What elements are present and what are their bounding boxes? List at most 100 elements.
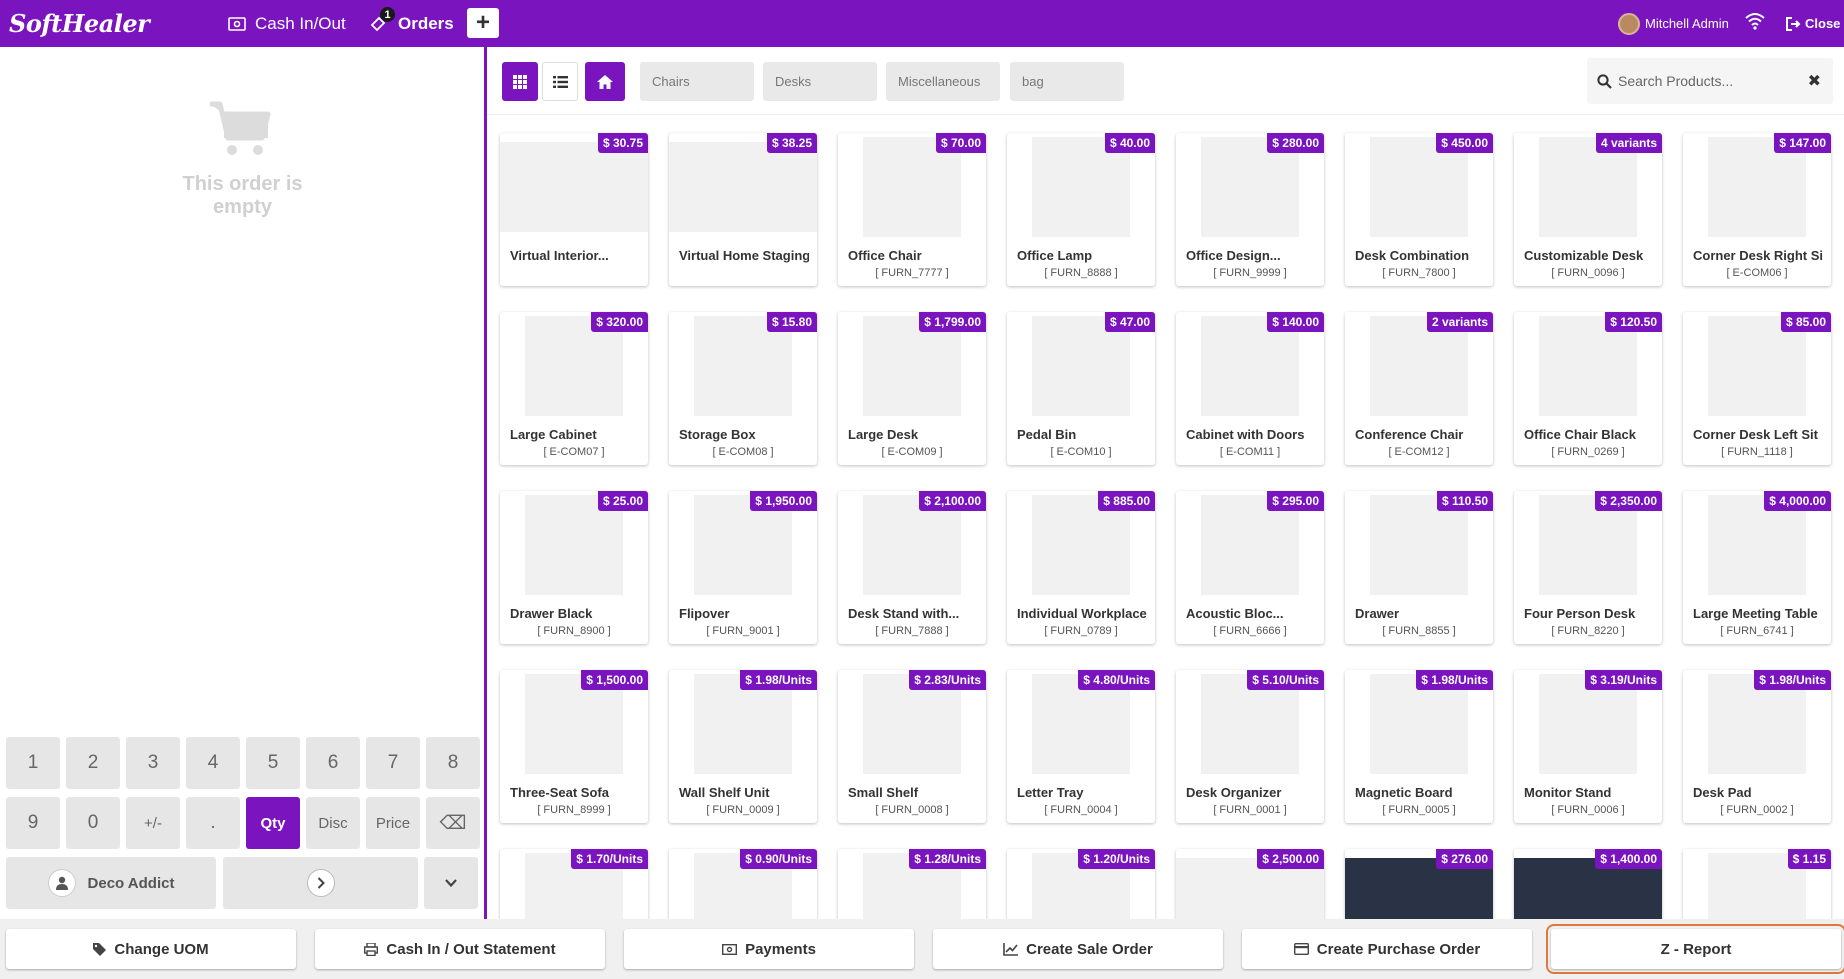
orders-count-badge: 1 [380, 7, 395, 22]
product-search[interactable]: Search Products... ✖ [1587, 58, 1833, 104]
product-price: $ 3.19/Units [1585, 670, 1662, 690]
numpad-key[interactable]: 0 [66, 797, 120, 849]
numpad-key[interactable]: . [186, 797, 240, 849]
product-card[interactable]: $ 110.50 Drawer [ FURN_8855 ] [1345, 491, 1493, 644]
product-card[interactable]: $ 885.00 Individual Workplace [ FURN_0789 … [1007, 491, 1155, 644]
product-card[interactable]: $ 1,799.00 Large Desk [ E-COM09 ] [838, 312, 986, 465]
payment-next-button[interactable] [223, 857, 418, 909]
product-card[interactable]: $ 47.00 Pedal Bin [ E-COM10 ] [1007, 312, 1155, 465]
product-price: $ 15.80 [766, 312, 817, 332]
numpad-key[interactable]: 8 [426, 737, 480, 789]
payments-button[interactable]: Payments [624, 929, 914, 969]
product-price: $ 4,000.00 [1764, 491, 1831, 511]
home-icon [597, 74, 613, 89]
brand-logo: SoftHealer [9, 9, 150, 38]
product-card[interactable]: 2 variants Conference Chair [ E-COM12 ] [1345, 312, 1493, 465]
z-report-button[interactable]: Z - Report [1546, 924, 1844, 974]
orders-button[interactable]: Orders [370, 0, 454, 47]
numpad-key[interactable]: 2 [66, 737, 120, 789]
product-card[interactable]: $ 147.00 Corner Desk Right Sit [ E-COM06 ] [1683, 133, 1831, 286]
product-card[interactable]: $ 25.00 Drawer Black [ FURN_8900 ] [500, 491, 648, 644]
product-card[interactable]: $ 2,350.00 Four Person Desk [ FURN_8220 ] [1514, 491, 1662, 644]
product-card[interactable]: $ 120.50 Office Chair Black [ FURN_0269 ] [1514, 312, 1662, 465]
category-chairs[interactable]: Chairs [640, 62, 754, 101]
home-category-button[interactable] [585, 62, 625, 101]
clear-search-icon[interactable]: ✖ [1808, 71, 1821, 91]
product-card[interactable]: $ 1,500.00 Three-Seat Sofa [ FURN_8999 ] [500, 670, 648, 823]
numpad-key[interactable]: 1 [6, 737, 60, 789]
product-price: $ 1.98/Units [1754, 670, 1831, 690]
numpad-key[interactable]: 3 [126, 737, 180, 789]
product-card[interactable]: $ 1.98/Units Magnetic Board [ FURN_0005 ] [1345, 670, 1493, 823]
numpad-key[interactable]: 4 [186, 737, 240, 789]
numpad-key[interactable]: 5 [246, 737, 300, 789]
product-card[interactable]: $ 1.98/Units Wall Shelf Unit [ FURN_0009 ] [669, 670, 817, 823]
product-card[interactable]: $ 1.15 [1683, 849, 1831, 919]
product-card[interactable]: $ 450.00 Desk Combination [ FURN_7800 ] [1345, 133, 1493, 286]
product-card[interactable]: $ 2,100.00 Desk Stand with... [ FURN_7888 … [838, 491, 986, 644]
numpad-key[interactable]: 9 [6, 797, 60, 849]
product-name: Desk Organizer [1186, 785, 1282, 800]
product-card[interactable]: $ 1.98/Units Desk Pad [ FURN_0002 ] [1683, 670, 1831, 823]
product-card[interactable]: $ 15.80 Storage Box [ E-COM08 ] [669, 312, 817, 465]
create-purchase-order-button[interactable]: Create Purchase Order [1242, 929, 1532, 969]
product-reference: [ E-COM09 ] [881, 446, 943, 458]
product-reference: [ FURN_0001 ] [1213, 804, 1287, 816]
product-card[interactable]: $ 4,000.00 Large Meeting Table [ FURN_6741… [1683, 491, 1831, 644]
numpad-key[interactable]: +/- [126, 797, 180, 849]
product-reference: [ FURN_0006 ] [1551, 804, 1625, 816]
product-card[interactable]: $ 4.80/Units Letter Tray [ FURN_0004 ] [1007, 670, 1155, 823]
product-card[interactable]: $ 2,500.00 [1176, 849, 1324, 919]
change-uom-button[interactable]: Change UOM [6, 929, 296, 969]
product-card[interactable]: $ 280.00 Office Design... [ FURN_9999 ] [1176, 133, 1324, 286]
product-price: $ 2.83/Units [909, 670, 986, 690]
numpad-key[interactable]: Price [366, 797, 420, 849]
product-card[interactable]: $ 3.19/Units Monitor Stand [ FURN_0006 ] [1514, 670, 1662, 823]
product-reference: [ FURN_0005 ] [1382, 804, 1456, 816]
product-card[interactable]: $ 295.00 Acoustic Bloc... [ FURN_6666 ] [1176, 491, 1324, 644]
product-name: Large Desk [848, 427, 919, 442]
product-card[interactable]: $ 140.00 Cabinet with Doors [ E-COM11 ] [1176, 312, 1324, 465]
product-card[interactable]: $ 38.25 Virtual Home Staging [669, 133, 817, 286]
product-card[interactable]: $ 1,400.00 [1514, 849, 1662, 919]
more-options-button[interactable] [424, 857, 478, 909]
product-card[interactable]: $ 5.10/Units Desk Organizer [ FURN_0001 ] [1176, 670, 1324, 823]
product-name: Pedal Bin [1017, 427, 1077, 442]
product-card[interactable]: $ 1.28/Units [838, 849, 986, 919]
category-desks[interactable]: Desks [763, 62, 877, 101]
product-card[interactable]: $ 30.75 Virtual Interior... [500, 133, 648, 286]
backspace-key[interactable]: ⌫ [426, 797, 480, 849]
product-card[interactable]: $ 1.70/Units [500, 849, 648, 919]
product-card[interactable]: $ 85.00 Corner Desk Left Sit [ FURN_1118 ] [1683, 312, 1831, 465]
close-session-button[interactable]: Close [1786, 0, 1840, 47]
user-menu[interactable]: Mitchell Admin [1618, 0, 1729, 47]
list-view-button[interactable] [542, 62, 578, 101]
product-card[interactable]: $ 320.00 Large Cabinet [ E-COM07 ] [500, 312, 648, 465]
product-card[interactable]: $ 1,950.00 Flipover [ FURN_9001 ] [669, 491, 817, 644]
product-reference: [ E-COM10 ] [1050, 446, 1112, 458]
product-card[interactable]: $ 0.90/Units [669, 849, 817, 919]
product-reference: [ E-COM07 ] [543, 446, 605, 458]
product-price: $ 30.75 [597, 133, 648, 153]
product-card[interactable]: $ 2.83/Units Small Shelf [ FURN_0008 ] [838, 670, 986, 823]
category-miscellaneous[interactable]: Miscellaneous [886, 62, 1000, 101]
product-reference: [ FURN_0009 ] [706, 804, 780, 816]
action-bar: Change UOM Cash In / Out Statement Payme… [0, 919, 1844, 979]
product-card[interactable]: $ 276.00 [1345, 849, 1493, 919]
new-order-button[interactable]: + [467, 8, 499, 38]
product-card[interactable]: $ 1.20/Units [1007, 849, 1155, 919]
grid-view-button[interactable] [502, 62, 538, 101]
customer-button[interactable]: Deco Addict [6, 857, 216, 909]
numpad-key[interactable]: Qty [246, 797, 300, 849]
numpad-key[interactable]: 7 [366, 737, 420, 789]
cash-statement-button[interactable]: Cash In / Out Statement [315, 929, 605, 969]
cash-in-out-button[interactable]: Cash In/Out [228, 0, 346, 47]
product-price: $ 47.00 [1104, 312, 1155, 332]
category-bag[interactable]: bag [1010, 62, 1124, 101]
numpad-key[interactable]: Disc [306, 797, 360, 849]
create-sale-order-button[interactable]: Create Sale Order [933, 929, 1223, 969]
numpad-key[interactable]: 6 [306, 737, 360, 789]
product-card[interactable]: 4 variants Customizable Desk [ FURN_0096 ] [1514, 133, 1662, 286]
product-card[interactable]: $ 70.00 Office Chair [ FURN_7777 ] [838, 133, 986, 286]
product-card[interactable]: $ 40.00 Office Lamp [ FURN_8888 ] [1007, 133, 1155, 286]
